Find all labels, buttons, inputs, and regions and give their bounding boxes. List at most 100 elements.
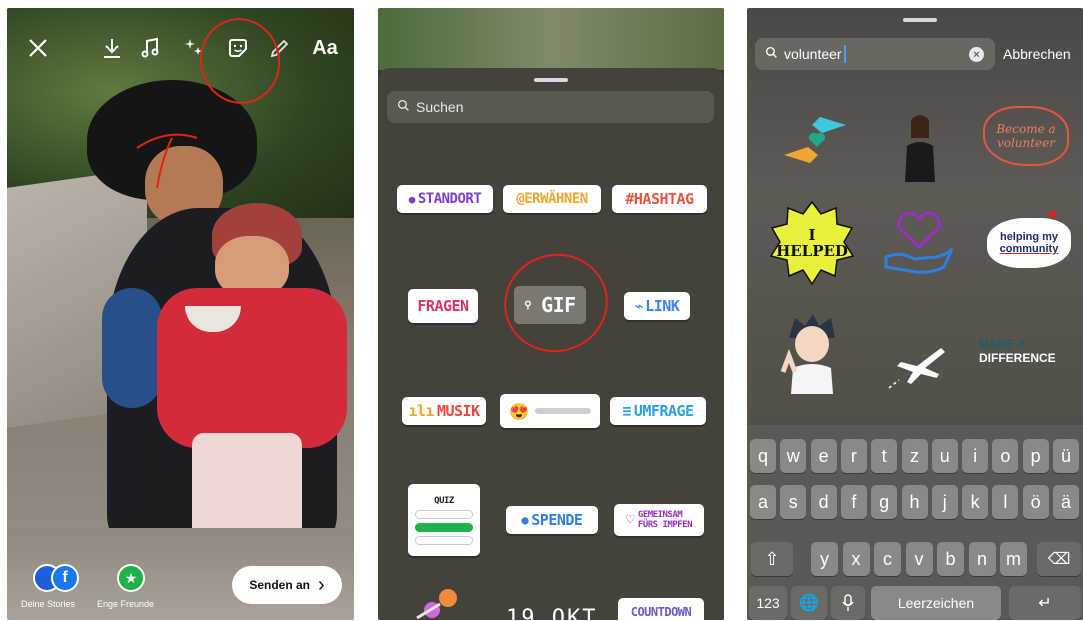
key-s[interactable]: s: [780, 485, 807, 519]
key-b[interactable]: b: [937, 542, 964, 576]
search-query: volunteer: [784, 46, 842, 62]
clear-search-icon[interactable]: ×: [969, 47, 984, 62]
sticker-tray-panel: Suchen ● STANDORT @ERWÄHNEN #HASHTAG FRA…: [378, 8, 724, 620]
questions-sticker[interactable]: FRAGEN: [408, 289, 478, 323]
globe-key[interactable]: 🌐: [791, 586, 827, 620]
close-icon[interactable]: [23, 36, 53, 65]
poll-sticker[interactable]: ≡ UMFRAGE: [610, 397, 706, 425]
community-line-1: helping my: [999, 231, 1059, 243]
gif-result-woman[interactable]: [897, 112, 943, 182]
send-to-button[interactable]: Senden an ›: [232, 566, 342, 604]
sheet-grabber[interactable]: [903, 18, 937, 22]
location-sticker[interactable]: ● STANDORT: [397, 185, 493, 213]
vaccine-sticker-text: GEMEINSAM FÜRS IMPFEN: [637, 510, 693, 530]
shift-key[interactable]: ⇧: [751, 542, 793, 576]
link-sticker[interactable]: ⌁ LINK: [624, 292, 690, 320]
date-sticker[interactable]: 19 OKT: [506, 606, 597, 620]
sheet-grabber[interactable]: [534, 78, 568, 82]
key-t[interactable]: t: [871, 439, 898, 473]
vaccine-line-1: GEMEINSAM: [637, 510, 683, 520]
red-heart-icon: ♥: [1047, 207, 1058, 224]
key-j[interactable]: j: [931, 485, 958, 519]
key-k[interactable]: k: [962, 485, 989, 519]
microphone-key[interactable]: [831, 586, 865, 620]
countdown-sticker[interactable]: COUNTDOWN: [618, 598, 704, 620]
key-d[interactable]: d: [810, 485, 837, 519]
key-y[interactable]: y: [811, 542, 838, 576]
key-q[interactable]: q: [750, 439, 776, 473]
search-placeholder: Suchen: [416, 99, 464, 115]
backspace-key[interactable]: ⌫: [1037, 542, 1081, 576]
quiz-sticker[interactable]: QUIZ: [408, 484, 480, 556]
chevron-right-icon: ›: [318, 573, 325, 596]
music-icon[interactable]: [135, 36, 165, 65]
key-l[interactable]: l: [992, 485, 1019, 519]
key-c[interactable]: c: [874, 542, 901, 576]
shift-arrow-icon: ⇧: [764, 548, 780, 569]
globe-icon: 🌐: [799, 595, 819, 612]
return-key[interactable]: ↵: [1009, 586, 1081, 620]
vaccine-sticker[interactable]: ♡ GEMEINSAM FÜRS IMPFEN: [614, 504, 704, 536]
key-g[interactable]: g: [871, 485, 898, 519]
gif-result-become-volunteer[interactable]: Become a volunteer: [983, 106, 1069, 166]
microphone-icon: [842, 594, 854, 611]
flower-sticker[interactable]: [412, 580, 472, 620]
key-u[interactable]: u: [931, 439, 958, 473]
i-helped-line-1: I: [808, 226, 816, 244]
key-ä[interactable]: ä: [1053, 485, 1079, 519]
mention-sticker[interactable]: @ERWÄHNEN: [503, 185, 601, 213]
questions-sticker-label: FRAGEN: [417, 297, 469, 315]
gif-result-helping-community[interactable]: helping my community ♥: [987, 208, 1071, 268]
facebook-icon: f: [51, 564, 79, 592]
i-helped-text: I HELPED: [776, 227, 848, 259]
gif-result-i-helped[interactable]: I HELPED: [769, 200, 855, 286]
text-tool-button[interactable]: Aa: [305, 36, 345, 60]
key-o[interactable]: o: [992, 439, 1019, 473]
key-r[interactable]: r: [840, 439, 867, 473]
quiz-sticker-label: QUIZ: [434, 495, 454, 506]
music-sticker-label: MUSIK: [436, 402, 480, 420]
gif-result-make-a-difference[interactable]: MAKE A DIFFERENCE: [979, 334, 1079, 368]
key-ö[interactable]: ö: [1022, 485, 1049, 519]
donation-sticker-label: SPENDE: [531, 511, 583, 529]
key-x[interactable]: x: [842, 542, 870, 576]
space-key[interactable]: Leerzeichen: [871, 586, 1001, 620]
emoji-slider-sticker[interactable]: 😍: [500, 394, 600, 428]
sticker-search-input[interactable]: Suchen: [387, 91, 714, 123]
send-to-label: Senden an: [249, 578, 310, 592]
donation-sticker[interactable]: ● SPENDE: [506, 506, 598, 534]
gif-result-heart-hand[interactable]: [879, 200, 959, 280]
anime-boy-icon: [780, 314, 835, 394]
key-i[interactable]: i: [962, 439, 989, 473]
key-p[interactable]: p: [1022, 439, 1049, 473]
key-v[interactable]: v: [905, 542, 933, 576]
gif-result-anime-boy[interactable]: [779, 312, 845, 394]
key-f[interactable]: f: [840, 485, 867, 519]
close-friends-label[interactable]: Enge Freunde: [97, 599, 154, 609]
gif-result-airplane[interactable]: [887, 340, 947, 390]
key-ü[interactable]: ü: [1053, 439, 1079, 473]
key-z[interactable]: z: [901, 439, 928, 473]
download-icon[interactable]: [97, 36, 127, 65]
key-n[interactable]: n: [968, 542, 996, 576]
key-h[interactable]: h: [901, 485, 928, 519]
key-w[interactable]: w: [780, 439, 807, 473]
your-stories-label[interactable]: Deine Stories: [21, 599, 75, 609]
music-sticker[interactable]: ılı MUSIK: [402, 397, 486, 425]
key-a[interactable]: a: [750, 485, 776, 519]
key-e[interactable]: e: [810, 439, 837, 473]
donation-heart-icon: ●: [521, 513, 529, 527]
location-sticker-label: STANDORT: [417, 191, 482, 207]
close-friends-star-icon[interactable]: ★: [117, 564, 145, 592]
i-helped-line-2: HELPED: [776, 242, 848, 260]
hashtag-sticker[interactable]: #HASHTAG: [612, 185, 707, 213]
numbers-key[interactable]: 123: [749, 586, 787, 620]
cancel-button[interactable]: Abbrechen: [1003, 46, 1071, 62]
heart-eyes-emoji-icon: 😍: [509, 401, 529, 421]
key-m[interactable]: m: [1000, 542, 1027, 576]
text-cursor: [843, 45, 846, 63]
giphy-search-input[interactable]: volunteer: [755, 38, 995, 70]
gif-result-helping-hands[interactable]: [775, 100, 855, 180]
story-editor-panel: Aa f Deine Stories ★ Enge Freunde Senden…: [7, 8, 354, 620]
community-line-2: community: [999, 243, 1059, 255]
